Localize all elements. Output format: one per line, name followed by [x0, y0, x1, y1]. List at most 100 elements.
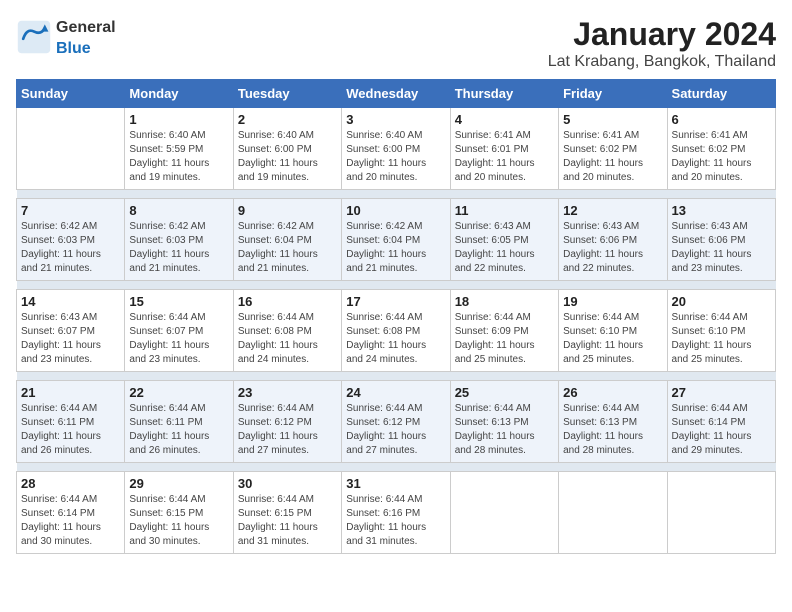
calendar-cell: 16 Sunrise: 6:44 AM Sunset: 6:08 PM Dayli… — [233, 290, 341, 372]
calendar-cell: 8 Sunrise: 6:42 AM Sunset: 6:03 PM Daylig… — [125, 199, 233, 281]
header-day-friday: Friday — [559, 80, 667, 108]
week-row-3: 14 Sunrise: 6:43 AM Sunset: 6:07 PM Dayli… — [17, 290, 776, 372]
calendar-header-row: SundayMondayTuesdayWednesdayThursdayFrid… — [17, 80, 776, 108]
day-number: 4 — [455, 112, 554, 127]
day-detail: Sunrise: 6:44 AM Sunset: 6:15 PM Dayligh… — [129, 493, 228, 549]
day-number: 8 — [129, 203, 228, 218]
day-number: 27 — [672, 385, 771, 400]
calendar-cell: 21 Sunrise: 6:44 AM Sunset: 6:11 PM Dayli… — [17, 381, 125, 463]
day-detail: Sunrise: 6:43 AM Sunset: 6:05 PM Dayligh… — [455, 220, 554, 276]
calendar-cell: 9 Sunrise: 6:42 AM Sunset: 6:04 PM Daylig… — [233, 199, 341, 281]
day-number: 18 — [455, 294, 554, 309]
week-separator — [17, 190, 776, 199]
day-number: 15 — [129, 294, 228, 309]
day-number: 5 — [563, 112, 662, 127]
day-detail: Sunrise: 6:44 AM Sunset: 6:10 PM Dayligh… — [672, 311, 771, 367]
week-row-4: 21 Sunrise: 6:44 AM Sunset: 6:11 PM Dayli… — [17, 381, 776, 463]
calendar-cell: 28Sunrise: 6:44 AM Sunset: 6:14 PM Dayli… — [17, 472, 125, 554]
day-detail: Sunrise: 6:44 AM Sunset: 6:07 PM Dayligh… — [129, 311, 228, 367]
calendar-cell: 6 Sunrise: 6:41 AM Sunset: 6:02 PM Daylig… — [667, 108, 775, 190]
calendar-cell: 14 Sunrise: 6:43 AM Sunset: 6:07 PM Dayli… — [17, 290, 125, 372]
calendar-table: SundayMondayTuesdayWednesdayThursdayFrid… — [16, 79, 776, 554]
calendar-cell: 7 Sunrise: 6:42 AM Sunset: 6:03 PM Daylig… — [17, 199, 125, 281]
calendar-cell: 11 Sunrise: 6:43 AM Sunset: 6:05 PM Dayli… — [450, 199, 558, 281]
header-day-sunday: Sunday — [17, 80, 125, 108]
calendar-cell: 13 Sunrise: 6:43 AM Sunset: 6:06 PM Dayli… — [667, 199, 775, 281]
calendar-cell: 10 Sunrise: 6:42 AM Sunset: 6:04 PM Dayli… — [342, 199, 450, 281]
calendar-cell — [17, 108, 125, 190]
day-number: 9 — [238, 203, 337, 218]
day-detail: Sunrise: 6:44 AM Sunset: 6:12 PM Dayligh… — [346, 402, 445, 458]
day-number: 21 — [21, 385, 120, 400]
header-day-tuesday: Tuesday — [233, 80, 341, 108]
header-day-thursday: Thursday — [450, 80, 558, 108]
header-day-saturday: Saturday — [667, 80, 775, 108]
day-detail: Sunrise: 6:43 AM Sunset: 6:06 PM Dayligh… — [672, 220, 771, 276]
calendar-cell: 3Sunrise: 6:40 AM Sunset: 6:00 PM Daylig… — [342, 108, 450, 190]
calendar-cell: 25 Sunrise: 6:44 AM Sunset: 6:13 PM Dayli… — [450, 381, 558, 463]
day-number: 1 — [129, 112, 228, 127]
calendar-cell — [559, 472, 667, 554]
day-detail: Sunrise: 6:44 AM Sunset: 6:08 PM Dayligh… — [238, 311, 337, 367]
day-number: 17 — [346, 294, 445, 309]
calendar-subtitle: Lat Krabang, Bangkok, Thailand — [548, 53, 776, 71]
day-detail: Sunrise: 6:44 AM Sunset: 6:10 PM Dayligh… — [563, 311, 662, 367]
title-block: January 2024 Lat Krabang, Bangkok, Thail… — [548, 16, 776, 71]
calendar-cell: 20 Sunrise: 6:44 AM Sunset: 6:10 PM Dayli… — [667, 290, 775, 372]
logo-icon — [16, 19, 52, 55]
day-number: 11 — [455, 203, 554, 218]
day-detail: Sunrise: 6:42 AM Sunset: 6:04 PM Dayligh… — [346, 220, 445, 276]
day-detail: Sunrise: 6:42 AM Sunset: 6:03 PM Dayligh… — [21, 220, 120, 276]
day-number: 10 — [346, 203, 445, 218]
week-row-1: 1Sunrise: 6:40 AM Sunset: 5:59 PM Daylig… — [17, 108, 776, 190]
calendar-cell: 15 Sunrise: 6:44 AM Sunset: 6:07 PM Dayli… — [125, 290, 233, 372]
day-detail: Sunrise: 6:43 AM Sunset: 6:07 PM Dayligh… — [21, 311, 120, 367]
day-detail: Sunrise: 6:44 AM Sunset: 6:09 PM Dayligh… — [455, 311, 554, 367]
day-detail: Sunrise: 6:41 AM Sunset: 6:01 PM Dayligh… — [455, 129, 554, 185]
calendar-cell: 18 Sunrise: 6:44 AM Sunset: 6:09 PM Dayli… — [450, 290, 558, 372]
calendar-cell: 1Sunrise: 6:40 AM Sunset: 5:59 PM Daylig… — [125, 108, 233, 190]
day-number: 3 — [346, 112, 445, 127]
calendar-cell: 12Sunrise: 6:43 AM Sunset: 6:06 PM Dayli… — [559, 199, 667, 281]
day-number: 12 — [563, 203, 662, 218]
day-number: 30 — [238, 476, 337, 491]
day-detail: Sunrise: 6:42 AM Sunset: 6:04 PM Dayligh… — [238, 220, 337, 276]
week-row-2: 7 Sunrise: 6:42 AM Sunset: 6:03 PM Daylig… — [17, 199, 776, 281]
calendar-cell: 23Sunrise: 6:44 AM Sunset: 6:12 PM Dayli… — [233, 381, 341, 463]
logo: General Blue — [16, 16, 116, 58]
calendar-cell: 29Sunrise: 6:44 AM Sunset: 6:15 PM Dayli… — [125, 472, 233, 554]
day-detail: Sunrise: 6:44 AM Sunset: 6:11 PM Dayligh… — [129, 402, 228, 458]
calendar-cell — [450, 472, 558, 554]
week-separator — [17, 463, 776, 472]
calendar-cell: 19Sunrise: 6:44 AM Sunset: 6:10 PM Dayli… — [559, 290, 667, 372]
day-detail: Sunrise: 6:44 AM Sunset: 6:13 PM Dayligh… — [563, 402, 662, 458]
day-number: 2 — [238, 112, 337, 127]
logo-blue-text: Blue — [56, 40, 91, 57]
day-number: 24 — [346, 385, 445, 400]
day-number: 6 — [672, 112, 771, 127]
day-detail: Sunrise: 6:44 AM Sunset: 6:16 PM Dayligh… — [346, 493, 445, 549]
day-number: 14 — [21, 294, 120, 309]
day-number: 20 — [672, 294, 771, 309]
day-number: 13 — [672, 203, 771, 218]
calendar-cell: 17 Sunrise: 6:44 AM Sunset: 6:08 PM Dayli… — [342, 290, 450, 372]
calendar-cell: 24 Sunrise: 6:44 AM Sunset: 6:12 PM Dayli… — [342, 381, 450, 463]
day-detail: Sunrise: 6:40 AM Sunset: 6:00 PM Dayligh… — [238, 129, 337, 185]
day-number: 16 — [238, 294, 337, 309]
calendar-cell: 22 Sunrise: 6:44 AM Sunset: 6:11 PM Dayli… — [125, 381, 233, 463]
day-number: 28 — [21, 476, 120, 491]
header-day-wednesday: Wednesday — [342, 80, 450, 108]
day-detail: Sunrise: 6:42 AM Sunset: 6:03 PM Dayligh… — [129, 220, 228, 276]
day-detail: Sunrise: 6:44 AM Sunset: 6:08 PM Dayligh… — [346, 311, 445, 367]
day-number: 25 — [455, 385, 554, 400]
day-number: 31 — [346, 476, 445, 491]
day-detail: Sunrise: 6:44 AM Sunset: 6:13 PM Dayligh… — [455, 402, 554, 458]
calendar-cell: 30 Sunrise: 6:44 AM Sunset: 6:15 PM Dayli… — [233, 472, 341, 554]
day-detail: Sunrise: 6:44 AM Sunset: 6:15 PM Dayligh… — [238, 493, 337, 549]
day-number: 22 — [129, 385, 228, 400]
week-separator — [17, 281, 776, 290]
day-detail: Sunrise: 6:44 AM Sunset: 6:11 PM Dayligh… — [21, 402, 120, 458]
day-number: 7 — [21, 203, 120, 218]
day-detail: Sunrise: 6:41 AM Sunset: 6:02 PM Dayligh… — [672, 129, 771, 185]
calendar-cell: 5Sunrise: 6:41 AM Sunset: 6:02 PM Daylig… — [559, 108, 667, 190]
